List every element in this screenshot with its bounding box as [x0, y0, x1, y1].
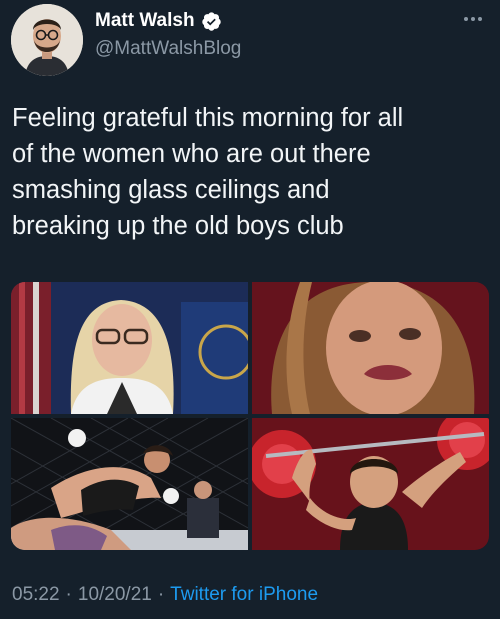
more-options-icon[interactable]	[462, 8, 484, 30]
photo-mma-fight[interactable]	[11, 418, 248, 550]
separator: ·	[65, 584, 72, 605]
separator: ·	[157, 584, 165, 605]
tweet-time[interactable]: 05:22	[12, 584, 60, 606]
photo-official-podium[interactable]	[11, 282, 248, 414]
verified-badge-icon	[201, 11, 222, 32]
tweet-metadata: 05:22 · 10/20/21 · Twitter for iPhone	[12, 584, 318, 606]
author-name-row: Matt Walsh	[95, 10, 222, 32]
avatar[interactable]	[11, 4, 83, 76]
photo-closeup-face[interactable]	[252, 282, 489, 414]
tweet-card: Matt Walsh @MattWalshBlog Feeling gratef…	[0, 0, 500, 619]
author-display-name[interactable]: Matt Walsh	[95, 10, 195, 32]
photo-weightlifter[interactable]	[252, 418, 489, 550]
tweet-date[interactable]: 10/20/21	[78, 584, 152, 606]
author-handle[interactable]: @MattWalshBlog	[95, 38, 241, 60]
tweet-source-link[interactable]: Twitter for iPhone	[170, 584, 318, 606]
media-grid	[11, 282, 489, 550]
tweet-text: Feeling grateful this morning for all of…	[12, 104, 404, 240]
